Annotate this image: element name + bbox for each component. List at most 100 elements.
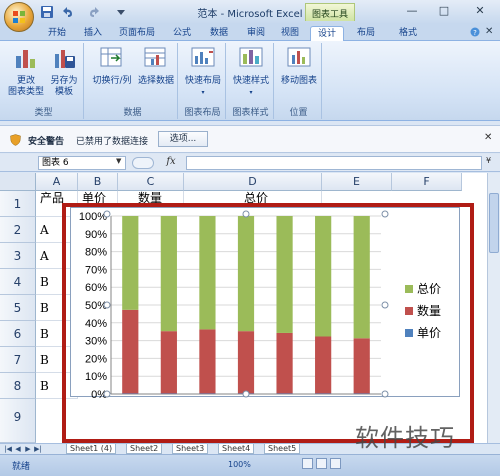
normal-view-button[interactable] bbox=[302, 458, 313, 469]
group-type-label: 类型 bbox=[34, 108, 53, 118]
highlight-frame bbox=[62, 203, 474, 443]
quick-style-button[interactable]: 快速样式 ▾ bbox=[230, 46, 272, 98]
svg-text:?: ? bbox=[473, 29, 477, 37]
switch-row-column-label: 切换行/列 bbox=[92, 76, 132, 86]
formula-bar: 图表 6 ▼ fx ¥ bbox=[0, 154, 500, 172]
column-header[interactable]: A bbox=[36, 173, 78, 191]
name-box[interactable]: 图表 6 bbox=[38, 156, 126, 170]
office-logo-icon bbox=[13, 11, 25, 23]
group-chart-layout-label: 图表布局 bbox=[184, 108, 221, 118]
select-all-corner[interactable] bbox=[0, 173, 36, 191]
row-header[interactable]: 7 bbox=[0, 347, 36, 373]
sheet-tab[interactable]: Sheet5 bbox=[264, 444, 301, 454]
title-bar: 范本 - Microsoft Excel 图表工具 — □ ✕ bbox=[0, 0, 500, 32]
row-header[interactable]: 1 bbox=[0, 191, 36, 217]
column-header[interactable]: C bbox=[118, 173, 184, 191]
group-chart-layout: 快速布局 ▾ 图表布局 bbox=[180, 43, 226, 119]
tab-format[interactable]: 格式 bbox=[388, 26, 428, 41]
tab-page-layout[interactable]: 页面布局 bbox=[112, 26, 162, 41]
tab-design[interactable]: 设计 bbox=[310, 26, 344, 41]
group-location-label: 位置 bbox=[289, 108, 308, 118]
next-sheet-button[interactable]: ▶ bbox=[24, 445, 32, 454]
vertical-scrollbar[interactable] bbox=[487, 173, 500, 443]
expand-formula-bar-icon[interactable]: ¥ bbox=[486, 156, 491, 165]
row-header[interactable]: 4 bbox=[0, 269, 36, 295]
group-chart-styles-label: 图表样式 bbox=[232, 108, 269, 118]
first-sheet-button[interactable]: |◀ bbox=[4, 445, 12, 454]
office-button[interactable] bbox=[4, 2, 34, 32]
move-chart-label: 移动图表 bbox=[280, 76, 317, 86]
tab-view[interactable]: 视图 bbox=[276, 26, 304, 41]
security-warning-bar: 安全警告 已禁用了数据连接 选项... ✕ bbox=[0, 125, 500, 153]
watermark-text: 软件技巧 bbox=[355, 424, 455, 452]
group-location: 移动图表 位置 bbox=[276, 43, 322, 119]
save-template-icon bbox=[55, 50, 75, 68]
change-chart-type-label: 更改 图表类型 bbox=[8, 76, 45, 97]
switch-row-column-icon bbox=[100, 47, 122, 67]
security-warning-label: 安全警告 bbox=[28, 137, 65, 147]
chart-tools-context-label: 图表工具 bbox=[305, 3, 355, 21]
window-title: 范本 - Microsoft Excel bbox=[197, 9, 303, 20]
save-as-template-label: 另存为 模板 bbox=[50, 76, 78, 97]
group-data: 切换行/列 选择数据 数据 bbox=[88, 43, 178, 119]
sheet-tab[interactable]: Sheet1 (4) bbox=[66, 444, 117, 454]
group-type: 更改 图表类型 另存为 模板 类型 bbox=[4, 43, 84, 119]
close-button[interactable]: ✕ bbox=[468, 3, 492, 19]
zoom-level[interactable]: 100% bbox=[228, 460, 251, 469]
quick-layout-button[interactable]: 快速布局 ▾ bbox=[182, 46, 224, 98]
scrollbar-thumb[interactable] bbox=[489, 193, 499, 253]
quick-layout-icon bbox=[191, 47, 215, 67]
column-header[interactable]: E bbox=[322, 173, 392, 191]
change-chart-type-button[interactable]: 更改 图表类型 bbox=[8, 46, 44, 98]
formula-bar-divider-handle[interactable] bbox=[132, 157, 154, 169]
select-data-label: 选择数据 bbox=[137, 76, 174, 86]
options-button[interactable]: 选项... bbox=[158, 131, 208, 147]
quick-style-label: 快速样式 bbox=[232, 76, 269, 86]
sheet-tab[interactable]: Sheet4 bbox=[218, 444, 255, 454]
row-header[interactable]: 2 bbox=[0, 217, 36, 243]
tab-data[interactable]: 数据 bbox=[202, 26, 236, 41]
insert-function-button[interactable]: fx bbox=[160, 156, 182, 170]
ribbon-tabs: 开始 插入 页面布局 公式 数据 审阅 视图 设计 布局 格式 ? ✕ bbox=[0, 24, 500, 41]
name-box-dropdown-icon[interactable]: ▼ bbox=[116, 157, 121, 165]
move-chart-button[interactable]: 移动图表 bbox=[278, 46, 320, 87]
column-header[interactable]: F bbox=[392, 173, 462, 191]
sheet-tab[interactable]: Sheet3 bbox=[172, 444, 209, 454]
switch-row-column-button[interactable]: 切换行/列 bbox=[90, 46, 134, 87]
select-data-button[interactable]: 选择数据 bbox=[134, 46, 178, 87]
ribbon: 更改 图表类型 另存为 模板 类型 切换行/列 选择数据 数据 快速布局 ▾ 图… bbox=[0, 41, 500, 121]
move-chart-icon bbox=[287, 47, 311, 67]
status-ready-text: 就绪 bbox=[12, 462, 31, 472]
row-header[interactable]: 3 bbox=[0, 243, 36, 269]
last-sheet-button[interactable]: ▶| bbox=[34, 445, 42, 454]
row-header[interactable]: 6 bbox=[0, 321, 36, 347]
save-as-template-button[interactable]: 另存为 模板 bbox=[46, 46, 82, 98]
minimize-button[interactable]: — bbox=[400, 3, 424, 19]
row-header[interactable]: 8 bbox=[0, 373, 36, 399]
ribbon-close-icon[interactable]: ✕ bbox=[485, 26, 493, 37]
quick-style-icon bbox=[239, 47, 263, 67]
tab-insert[interactable]: 插入 bbox=[78, 26, 108, 41]
column-header[interactable]: D bbox=[184, 173, 322, 191]
row-header[interactable]: 9 bbox=[0, 399, 36, 443]
select-data-icon bbox=[144, 47, 166, 67]
close-security-bar-icon[interactable]: ✕ bbox=[484, 132, 492, 143]
group-data-label: 数据 bbox=[123, 108, 142, 118]
sheet-tab[interactable]: Sheet2 bbox=[126, 444, 163, 454]
tab-layout[interactable]: 布局 bbox=[350, 26, 382, 41]
row-header[interactable]: 5 bbox=[0, 295, 36, 321]
page-layout-view-button[interactable] bbox=[316, 458, 327, 469]
prev-sheet-button[interactable]: ◀ bbox=[14, 445, 22, 454]
ribbon-minimize-icon[interactable]: ? bbox=[470, 27, 480, 37]
tab-review[interactable]: 审阅 bbox=[240, 26, 272, 41]
tab-formulas[interactable]: 公式 bbox=[166, 26, 198, 41]
page-break-view-button[interactable] bbox=[330, 458, 341, 469]
quick-layout-label: 快速布局 bbox=[184, 76, 221, 86]
bar-chart-icon bbox=[16, 50, 35, 68]
formula-input[interactable] bbox=[186, 156, 482, 170]
column-header[interactable]: B bbox=[78, 173, 118, 191]
shield-icon bbox=[10, 134, 21, 146]
tab-home[interactable]: 开始 bbox=[40, 26, 74, 41]
maximize-button[interactable]: □ bbox=[432, 3, 456, 19]
security-warning-message: 已禁用了数据连接 bbox=[76, 137, 149, 147]
